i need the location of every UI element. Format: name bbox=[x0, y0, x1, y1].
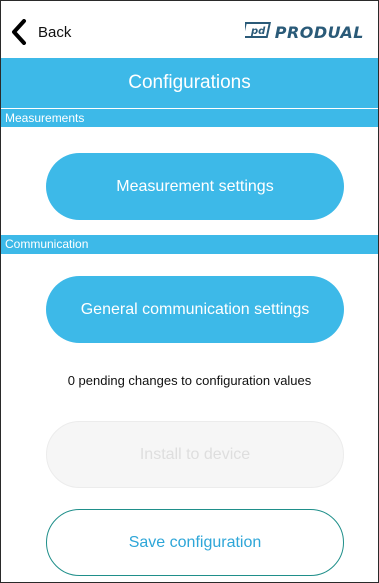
produal-logo: pd PRODUAL bbox=[241, 22, 364, 43]
pending-changes-status: 0 pending changes to configuration value… bbox=[67, 373, 312, 388]
general-communication-settings-button[interactable]: General communication settings bbox=[46, 276, 344, 343]
measurement-settings-button[interactable]: Measurement settings bbox=[46, 153, 344, 220]
section-header-communication: Communication bbox=[1, 235, 378, 254]
chevron-left-icon bbox=[11, 19, 27, 45]
svg-text:pd: pd bbox=[250, 26, 266, 37]
install-to-device-button[interactable]: Install to device bbox=[46, 421, 344, 488]
save-configuration-button[interactable]: Save configuration bbox=[46, 509, 344, 576]
back-label: Back bbox=[38, 23, 72, 41]
page-header: Configurations bbox=[1, 58, 378, 108]
back-button[interactable]: Back bbox=[11, 19, 71, 45]
top-bar: Back pd PRODUAL bbox=[1, 1, 378, 58]
produal-logo-icon: pd bbox=[241, 22, 271, 43]
app-screen: Back pd PRODUAL Configurations Measureme… bbox=[0, 0, 379, 583]
page-title: Configurations bbox=[128, 72, 251, 93]
section-header-measurements: Measurements bbox=[1, 108, 378, 127]
brand-name: PRODUAL bbox=[274, 23, 364, 42]
